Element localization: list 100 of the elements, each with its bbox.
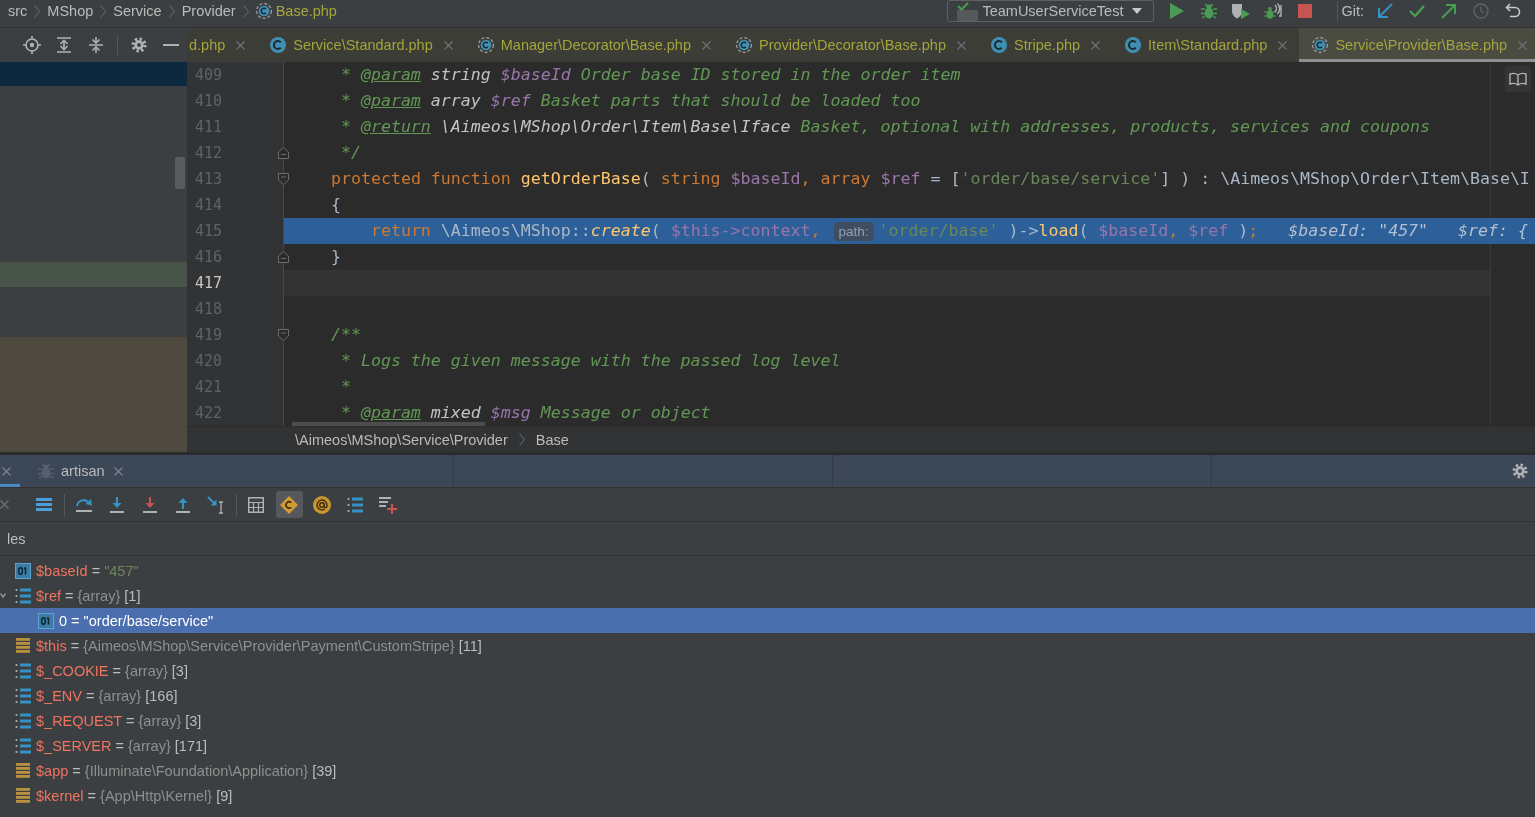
- close-icon[interactable]: [443, 40, 453, 50]
- file-breadcrumb[interactable]: Base.php: [275, 3, 337, 19]
- at-sign-icon: [313, 495, 331, 514]
- caret-icon: [1132, 8, 1143, 14]
- code-text: return \Aimeos\MShop::create( $this->context,: [370, 222, 822, 240]
- lines-icon[interactable]: [36, 498, 52, 511]
- bug-icon: [38, 463, 54, 479]
- variable-entry[interactable]: $this = {Aimeos\MShop\Service\Provider\Payment\CustomStripe} [11]: [36, 637, 482, 654]
- variable-entry[interactable]: $app = {Illuminate\Foundation\Application} [39]: [36, 762, 337, 779]
- code-text: /**: [330, 326, 361, 344]
- arrow-up-right-icon[interactable]: [1441, 3, 1457, 19]
- variable-entry[interactable]: 0 = "order/base/service": [59, 612, 214, 629]
- play-icon[interactable]: [1170, 3, 1185, 19]
- reader-mode-icon[interactable]: [1505, 66, 1531, 92]
- variable-entry[interactable]: $_COOKIE = {array} [3]: [36, 662, 188, 679]
- bug-signal-icon[interactable]: [1264, 3, 1283, 19]
- chevron-icon: [518, 433, 525, 446]
- folder-breadcrumb[interactable]: Service: [113, 3, 162, 19]
- editor-tab[interactable]: Service\Provider\Base.php: [1299, 28, 1535, 62]
- close-icon[interactable]: [1278, 40, 1288, 50]
- close-icon[interactable]: [957, 40, 966, 50]
- editor-tab[interactable]: d.php: [187, 28, 258, 62]
- code-text: 'order/base' )->load( $baseId, $ref );: [878, 222, 1259, 240]
- close-icon[interactable]: [2, 466, 11, 476]
- variable-entry[interactable]: $_ENV = {array} [166]: [36, 687, 178, 704]
- parameter-hint: path:: [833, 221, 874, 241]
- close-icon[interactable]: [702, 40, 711, 50]
- check-icon[interactable]: [1409, 4, 1425, 18]
- down-arrow-icon[interactable]: [143, 496, 157, 513]
- code-text: * @param mixed $msg Message or object: [340, 404, 711, 422]
- close-icon[interactable]: [236, 40, 246, 50]
- bullet-list-icon: [15, 687, 31, 704]
- expand-all-icon[interactable]: [56, 37, 72, 53]
- settings-icon[interactable]: [131, 37, 147, 53]
- stacked-bars-icon: [15, 638, 31, 653]
- abstract-class-icon: [736, 37, 752, 53]
- curved-arrow-icon[interactable]: [75, 497, 93, 512]
- undo-icon[interactable]: [1505, 3, 1521, 19]
- variable-entry[interactable]: $ref = {array} [1]: [36, 587, 141, 604]
- number-tile-icon: [15, 562, 31, 579]
- fold-marker-icon[interactable]: [278, 251, 289, 263]
- folder-breadcrumb[interactable]: MShop: [47, 3, 94, 19]
- code-breadcrumb[interactable]: \Aimeos\MShop\Service\Provider: [295, 431, 508, 448]
- stacked-bars-icon: [15, 788, 31, 803]
- variable-entry[interactable]: $baseId = "457": [36, 562, 139, 579]
- variable-entry[interactable]: $_REQUEST = {array} [3]: [36, 712, 202, 729]
- cursor-arrow-icon[interactable]: [207, 495, 225, 514]
- down-arrow-icon[interactable]: [110, 496, 124, 513]
- close-icon[interactable]: [0, 500, 9, 509]
- close-icon[interactable]: [113, 466, 123, 476]
- folder-breadcrumb[interactable]: Provider: [181, 3, 236, 19]
- abstract-class-icon: [477, 37, 494, 53]
- add-list-icon[interactable]: [379, 495, 397, 514]
- fold-marker-icon[interactable]: [278, 173, 289, 185]
- code-breadcrumb[interactable]: Base: [535, 431, 569, 448]
- editor-tab[interactable]: Service\Standard.php: [257, 28, 465, 62]
- inline-debug-value: $baseId: "457": [1288, 222, 1429, 240]
- scrollbar-thumb[interactable]: [175, 157, 185, 189]
- collapse-all-icon[interactable]: [88, 37, 104, 53]
- bullet-list-icon: [15, 737, 31, 754]
- up-arrow-icon[interactable]: [176, 496, 190, 513]
- editor-tab[interactable]: Manager\Decorator\Base.php: [464, 28, 723, 62]
- chevron-icon: [168, 4, 175, 18]
- bullet-list-icon: [15, 712, 31, 729]
- close-icon[interactable]: [1518, 40, 1528, 50]
- calculator-icon[interactable]: [248, 496, 264, 513]
- shield-play-icon[interactable]: [1232, 3, 1251, 19]
- crosshair-icon[interactable]: [23, 36, 41, 54]
- code-text: * @param array $ref Basket parts that should be loaded too: [340, 92, 921, 110]
- variable-entry[interactable]: $_SERVER = {array} [171]: [36, 737, 208, 754]
- bullet-list-icon: [15, 662, 31, 679]
- inline-debug-value: $ref: {: [1458, 222, 1529, 240]
- code-text: }: [330, 248, 341, 266]
- diamond-icon: [280, 495, 298, 514]
- bug-icon[interactable]: [1201, 3, 1218, 19]
- editor-tab[interactable]: Item\Standard.php: [1112, 28, 1300, 62]
- arrow-down-left-icon[interactable]: [1377, 3, 1393, 19]
- toggle-button[interactable]: [275, 491, 303, 518]
- abstract-class-icon: [255, 3, 272, 19]
- fold-marker-icon[interactable]: [278, 329, 289, 341]
- clock-icon[interactable]: [1473, 3, 1489, 19]
- close-icon[interactable]: [1091, 40, 1101, 50]
- variable-entry[interactable]: $kernel = {App\Http\Kernel} [9]: [36, 787, 233, 804]
- editor-tab[interactable]: Provider\Decorator\Base.php: [723, 28, 978, 62]
- stacked-bars-icon: [15, 763, 31, 778]
- code-text: {: [330, 196, 341, 214]
- run-configuration-dropdown[interactable]: TeamUserServiceTest: [947, 0, 1155, 22]
- vcs-label: Git:: [1341, 3, 1364, 19]
- bullet-list-icon[interactable]: [347, 496, 363, 513]
- stop-icon[interactable]: [1298, 4, 1313, 18]
- folder-breadcrumb[interactable]: src: [8, 3, 28, 19]
- fold-marker-icon[interactable]: [278, 147, 289, 159]
- session-tab[interactable]: artisan: [20, 455, 131, 487]
- editor-tab[interactable]: Stripe.php: [978, 28, 1113, 62]
- class-icon: [1125, 37, 1142, 53]
- code-text: * @param string $baseId Order base ID stored in the order item: [340, 66, 961, 84]
- settings-icon[interactable]: [1512, 463, 1528, 479]
- chevron-icon: [100, 4, 107, 18]
- abstract-class-icon: [1312, 37, 1329, 53]
- code-text: protected function getOrderBase( string $baseId, array $ref = ['order/base/service'] ) : \Aimeos\MShop\Order\Item\Base\I: [330, 170, 1530, 188]
